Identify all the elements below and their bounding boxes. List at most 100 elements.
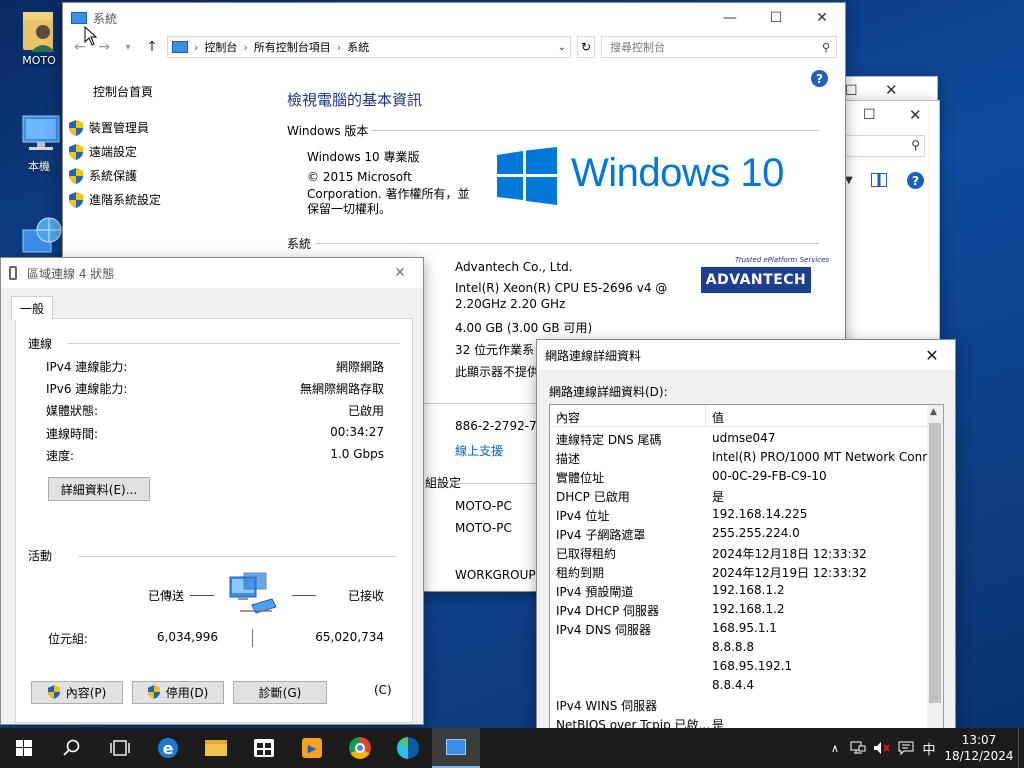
breadcrumb[interactable]: › 控制台 › 所有控制台項目 › 系統 ⌄ [167, 36, 571, 58]
task-view-button[interactable] [96, 728, 144, 768]
up-arrow-icon[interactable]: ↑ [143, 39, 161, 55]
value-cell: 2024年12月19日 12:33:32 [712, 566, 867, 580]
breadcrumb-item[interactable]: 所有控制台項目 [254, 39, 331, 55]
search-input[interactable]: 搜尋控制台 ⚲ [601, 36, 837, 58]
background-window-2[interactable]: ☐ ✕ ⚲ ▼ ? [838, 100, 940, 340]
table-row[interactable]: 168.95.192.1 [550, 659, 928, 678]
section-header: Windows 版本 [287, 124, 369, 138]
table-row[interactable]: 連線特定 DNS 尾碼 udmse047 [550, 431, 928, 450]
search-button[interactable] [48, 728, 96, 768]
pane-icon[interactable] [871, 173, 887, 187]
close-icon[interactable]: ✕ [909, 106, 922, 124]
value-cell: 是 [712, 490, 725, 504]
desktop-icon-label: MOTO [22, 54, 56, 67]
table-row[interactable]: IPv4 子網路遮罩 255.255.224.0 [550, 526, 928, 545]
tab-general[interactable]: 一般 [11, 296, 54, 320]
table-row[interactable]: IPv4 DNS 伺服器 168.95.1.1 [550, 621, 928, 640]
search-box[interactable]: ⚲ [839, 135, 925, 157]
details-list[interactable]: 內容 值 連線特定 DNS 尾碼 udmse047 描述 Intel(R) PRO/1… [549, 404, 944, 738]
show-desktop-button[interactable] [1018, 728, 1024, 768]
side-link-system-protection[interactable]: 系統保護 [69, 167, 137, 184]
ime-indicator[interactable]: 中 [918, 739, 940, 758]
full-name-value: MOTO-PC [455, 521, 512, 535]
table-row[interactable]: 8.8.4.4 [550, 678, 928, 697]
taskbar-file-explorer[interactable] [192, 728, 240, 768]
property-cell: IPv4 DNS 伺服器 [556, 623, 651, 637]
side-control-panel-home[interactable]: 控制台首頁 [93, 83, 153, 100]
breadcrumb-item[interactable]: 控制台 [204, 39, 237, 55]
vertical-scrollbar[interactable]: ▲ [927, 405, 943, 738]
title-bar[interactable]: 區域連線 4 狀態 ✕ [1, 258, 423, 288]
column-divider[interactable] [705, 405, 706, 427]
table-row[interactable]: IPv4 DHCP 伺服器 192.168.1.2 [550, 602, 928, 621]
value-cell: udmse047 [712, 431, 776, 445]
table-row[interactable]: 已取得租約 2024年12月18日 12:33:32 [550, 545, 928, 564]
scrollbar-thumb[interactable] [929, 423, 941, 703]
edge-icon: e [158, 738, 178, 758]
refresh-icon[interactable]: ↻ [577, 36, 595, 58]
taskbar-chrome[interactable] [336, 728, 384, 768]
column-header-property[interactable]: 內容 [556, 409, 580, 426]
page-title: 檢視電腦的基本資訊 [287, 91, 423, 109]
diagnose-button[interactable]: 診斷(G) [233, 681, 327, 704]
close-button[interactable]: ✕ [377, 258, 423, 288]
table-row[interactable]: IPv4 位址 192.168.14.225 [550, 507, 928, 526]
manufacturer-value: Advantech Co., Ltd. [455, 260, 573, 274]
address-bar: ← → ▾ ↑ › 控制台 › 所有控制台項目 › 系統 ⌄ ↻ 搜尋控制台 ⚲ [63, 33, 845, 61]
recent-chevron-icon[interactable]: ▾ [119, 42, 137, 53]
close-button-partial[interactable]: (C) [374, 683, 392, 697]
show-hidden-icons-chevron-icon[interactable]: ∧ [824, 742, 846, 755]
side-link-device-manager[interactable]: 裝置管理員 [69, 119, 149, 136]
taskbar-media-player[interactable]: ▶ [288, 728, 336, 768]
start-button[interactable] [0, 728, 48, 768]
connection-status-window[interactable]: 區域連線 4 狀態 ✕ 一般 連線 IPv4 連線能力: 網際網路 IPv6 連… [0, 257, 424, 725]
windows-logo-icon [497, 147, 557, 205]
network-computers-icon [226, 571, 282, 622]
table-row[interactable]: 租約到期 2024年12月19日 12:33:32 [550, 564, 928, 583]
table-row[interactable]: IPv4 WINS 伺服器 [550, 697, 928, 716]
table-row[interactable]: IPv4 預設閘道 192.168.1.2 [550, 583, 928, 602]
side-link-advanced-settings[interactable]: 進階系統設定 [69, 191, 161, 208]
close-button[interactable]: ✕ [909, 340, 955, 370]
close-icon[interactable]: ✕ [885, 81, 898, 99]
table-row[interactable]: 描述 Intel(R) PRO/1000 MT Network Conne [550, 450, 937, 469]
column-header-value[interactable]: 值 [712, 409, 724, 426]
clock[interactable]: 13:07 18/12/2024 [940, 732, 1018, 764]
table-row[interactable]: 實體位址 00-0C-29-FB-C9-10 [550, 469, 928, 488]
side-link-remote-settings[interactable]: 遠端設定 [69, 143, 137, 160]
table-row[interactable]: DHCP 已啟用 是 [550, 488, 928, 507]
chevron-down-icon[interactable]: ⌄ [558, 42, 570, 53]
help-icon[interactable]: ? [907, 172, 924, 189]
disable-button[interactable]: 停用(D) [132, 681, 224, 704]
taskbar-edge[interactable]: e [144, 728, 192, 768]
search-icon: ⚲ [821, 40, 830, 54]
online-support-link[interactable]: 線上支援 [455, 442, 503, 459]
taskbar-store[interactable] [240, 728, 288, 768]
title-bar[interactable]: 網路連線詳細資料 ✕ [537, 340, 955, 370]
maximize-icon[interactable]: ☐ [863, 107, 876, 123]
volume-muted-icon[interactable] [870, 741, 894, 755]
taskbar-control-panel-active[interactable] [432, 728, 480, 768]
details-button[interactable]: 詳細資料(E)... [48, 477, 150, 501]
maximize-icon[interactable]: ☐ [845, 83, 858, 99]
scroll-up-icon[interactable]: ▲ [930, 407, 937, 417]
control-panel-icon [172, 41, 188, 53]
edge-chromium-icon [397, 737, 419, 759]
connection-details-window[interactable]: 網路連線詳細資料 ✕ 網路連線詳細資料(D): 內容 值 連線特定 DNS 尾碼… [536, 339, 956, 739]
close-button[interactable]: ✕ [799, 3, 845, 33]
help-icon[interactable]: ? [811, 70, 828, 87]
title-bar[interactable]: 系統 — ☐ ✕ [63, 3, 845, 33]
breadcrumb-item[interactable]: 系統 [347, 39, 369, 55]
workgroup-value: WORKGROUP [455, 568, 536, 582]
notification-icon[interactable] [894, 741, 918, 755]
property-cell: DHCP 已啟用 [556, 490, 630, 504]
minimize-button[interactable]: — [707, 3, 753, 33]
properties-button[interactable]: 內容(P) [31, 681, 123, 704]
table-row[interactable]: 8.8.8.8 [550, 640, 928, 659]
task-view-icon [110, 740, 130, 756]
maximize-button[interactable]: ☐ [753, 3, 799, 33]
chevron-down-icon[interactable]: ▼ [845, 175, 853, 186]
search-icon: ⚲ [911, 138, 920, 152]
taskbar-edge-chromium[interactable] [384, 728, 432, 768]
network-icon[interactable] [846, 741, 870, 755]
